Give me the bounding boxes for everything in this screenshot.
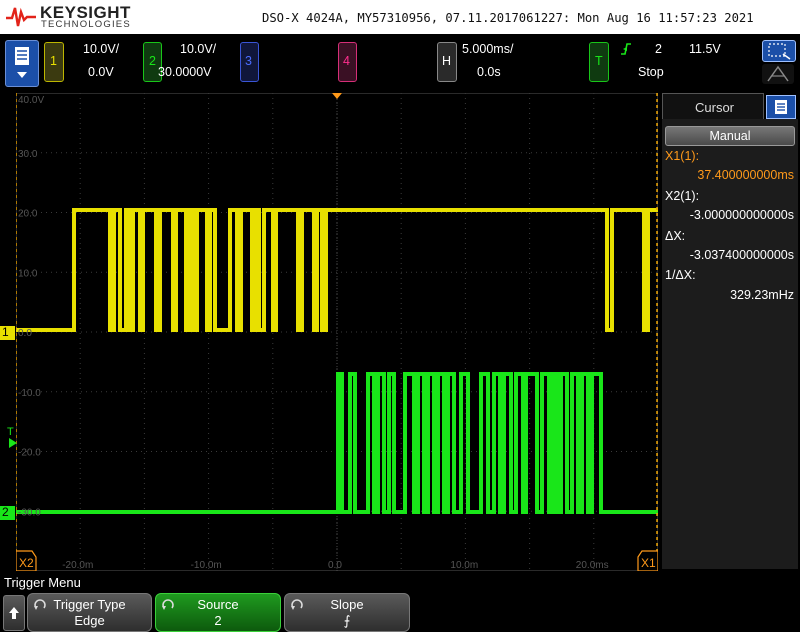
up-arrow-icon (9, 607, 19, 619)
channel-4-number: 4 (343, 54, 350, 68)
source-label: Source (197, 597, 239, 612)
x-tick-label: -10.0m (191, 560, 222, 571)
y-tick-label: 0.0 (18, 328, 32, 339)
softkey-bar: Trigger Type Edge Source 2 Slope ⨍ (0, 591, 800, 632)
slope-softkey[interactable]: Slope ⨍ (284, 593, 410, 632)
cursor-panel-body (662, 119, 798, 569)
trigger-level-arrow-icon (9, 438, 17, 448)
delta-x-value: -3.037400000000s (689, 248, 794, 262)
status-bar: 1 10.0V/ 0.0V 2 10.0V/ 30.0000V 3 4 H 5.… (0, 34, 800, 92)
instrument-info: DSO-X 4024A, MY57310956, 07.11.201706122… (262, 11, 754, 25)
rising-edge-icon (621, 43, 631, 55)
menu-title: Trigger Menu (4, 575, 81, 590)
trigger-level-marker[interactable]: T (7, 426, 14, 438)
cursor-tab-label: Cursor (695, 100, 735, 115)
gesture-button[interactable] (762, 64, 794, 84)
channel-2-number: 2 (149, 54, 156, 68)
trigger-level: 11.5V (689, 42, 721, 56)
y-tick-label: -30.0 (18, 507, 41, 518)
cursor-mode-button[interactable]: Manual (665, 126, 795, 146)
source-softkey[interactable]: Source 2 (155, 593, 281, 632)
channel-1-button[interactable]: 1 (44, 42, 64, 82)
channel-1-marker-label: 1 (2, 325, 9, 339)
source-value: 2 (214, 613, 222, 628)
horizontal-button[interactable]: H (437, 42, 457, 82)
document-icon (15, 47, 29, 78)
waveform-display[interactable]: 40.0V 30.0 20.0 10.0 0.0 -10.0 -20.0 -30.0 -20.0… (16, 93, 658, 571)
trigger-source: 2 (655, 42, 662, 56)
delta-x-label: ΔX: (665, 229, 686, 243)
y-tick-label: 10.0 (18, 268, 38, 279)
cursor-x1-label: X1 (641, 556, 656, 570)
trigger-type-softkey[interactable]: Trigger Type Edge (27, 593, 152, 632)
channel-1-offset: 0.0V (88, 65, 114, 79)
channel-1-number: 1 (50, 54, 57, 68)
trigger-type-value: Edge (74, 613, 105, 628)
cursor-tab[interactable]: Cursor (662, 93, 764, 120)
slope-value: ⨍ (343, 613, 351, 628)
run-state: Stop (638, 65, 664, 79)
slope-label: Slope (330, 597, 364, 612)
panel-list-button[interactable] (766, 95, 796, 119)
list-icon (775, 100, 787, 114)
zoom-region-icon (768, 43, 791, 60)
x-tick-label: -20.0m (62, 560, 93, 571)
horizontal-scale: 5.000ms/ (462, 42, 514, 56)
title-bar: KEYSIGHT TECHNOLOGIES DSO-X 4024A, MY573… (0, 0, 800, 34)
main-menu-button[interactable] (5, 40, 39, 87)
y-tick-label: 20.0 (18, 209, 38, 220)
y-tick-label: 30.0 (18, 149, 38, 160)
inverse-delta-x-value: 329.23mHz (730, 288, 794, 302)
cursor-x2-label: X2 (19, 556, 34, 570)
x-tick-label: 10.0m (450, 560, 478, 571)
channel-2-scale: 10.0V/ (180, 42, 217, 56)
channel-3-button[interactable]: 3 (240, 42, 259, 82)
keysight-logo-icon (6, 7, 36, 27)
x-tick-label: 0.0 (328, 560, 342, 571)
channel-4-button[interactable]: 4 (338, 42, 357, 82)
y-tick-label: -10.0 (18, 388, 41, 399)
channel-2-ground-marker[interactable]: 2 (0, 505, 15, 520)
horizontal-label: H (442, 54, 452, 68)
channel-2-marker-label: 2 (2, 505, 9, 519)
x2-label: X2(1): (665, 189, 700, 203)
x1-label: X1(1): (665, 149, 700, 163)
channel-2-offset: 30.0000V (158, 65, 212, 79)
trigger-type-label: Trigger Type (53, 597, 126, 612)
back-button[interactable] (3, 595, 25, 631)
x2-value: -3.000000000000s (689, 208, 794, 222)
cursor-panel: Cursor Manual X1(1): 37.400000000ms X2(1… (660, 93, 800, 571)
channel-1-scale: 10.0V/ (83, 42, 120, 56)
channel-1-ground-marker[interactable]: 1 (0, 325, 15, 340)
y-tick-label: -20.0 (18, 448, 41, 459)
zoom-button[interactable] (762, 40, 796, 62)
trigger-button[interactable]: T (589, 42, 609, 82)
x1-value: 37.400000000ms (697, 168, 794, 182)
horizontal-position: 0.0s (477, 65, 501, 79)
cursor-mode-label: Manual (709, 129, 751, 143)
trigger-label: T (595, 54, 603, 68)
y-tick-label: 40.0V (18, 95, 44, 106)
gesture-icon (767, 65, 789, 82)
brand-subtitle: TECHNOLOGIES (41, 19, 131, 30)
x-tick-label: 20.0ms (576, 560, 609, 571)
inverse-delta-x-label: 1/ΔX: (665, 268, 696, 282)
channel-3-number: 3 (245, 54, 252, 68)
